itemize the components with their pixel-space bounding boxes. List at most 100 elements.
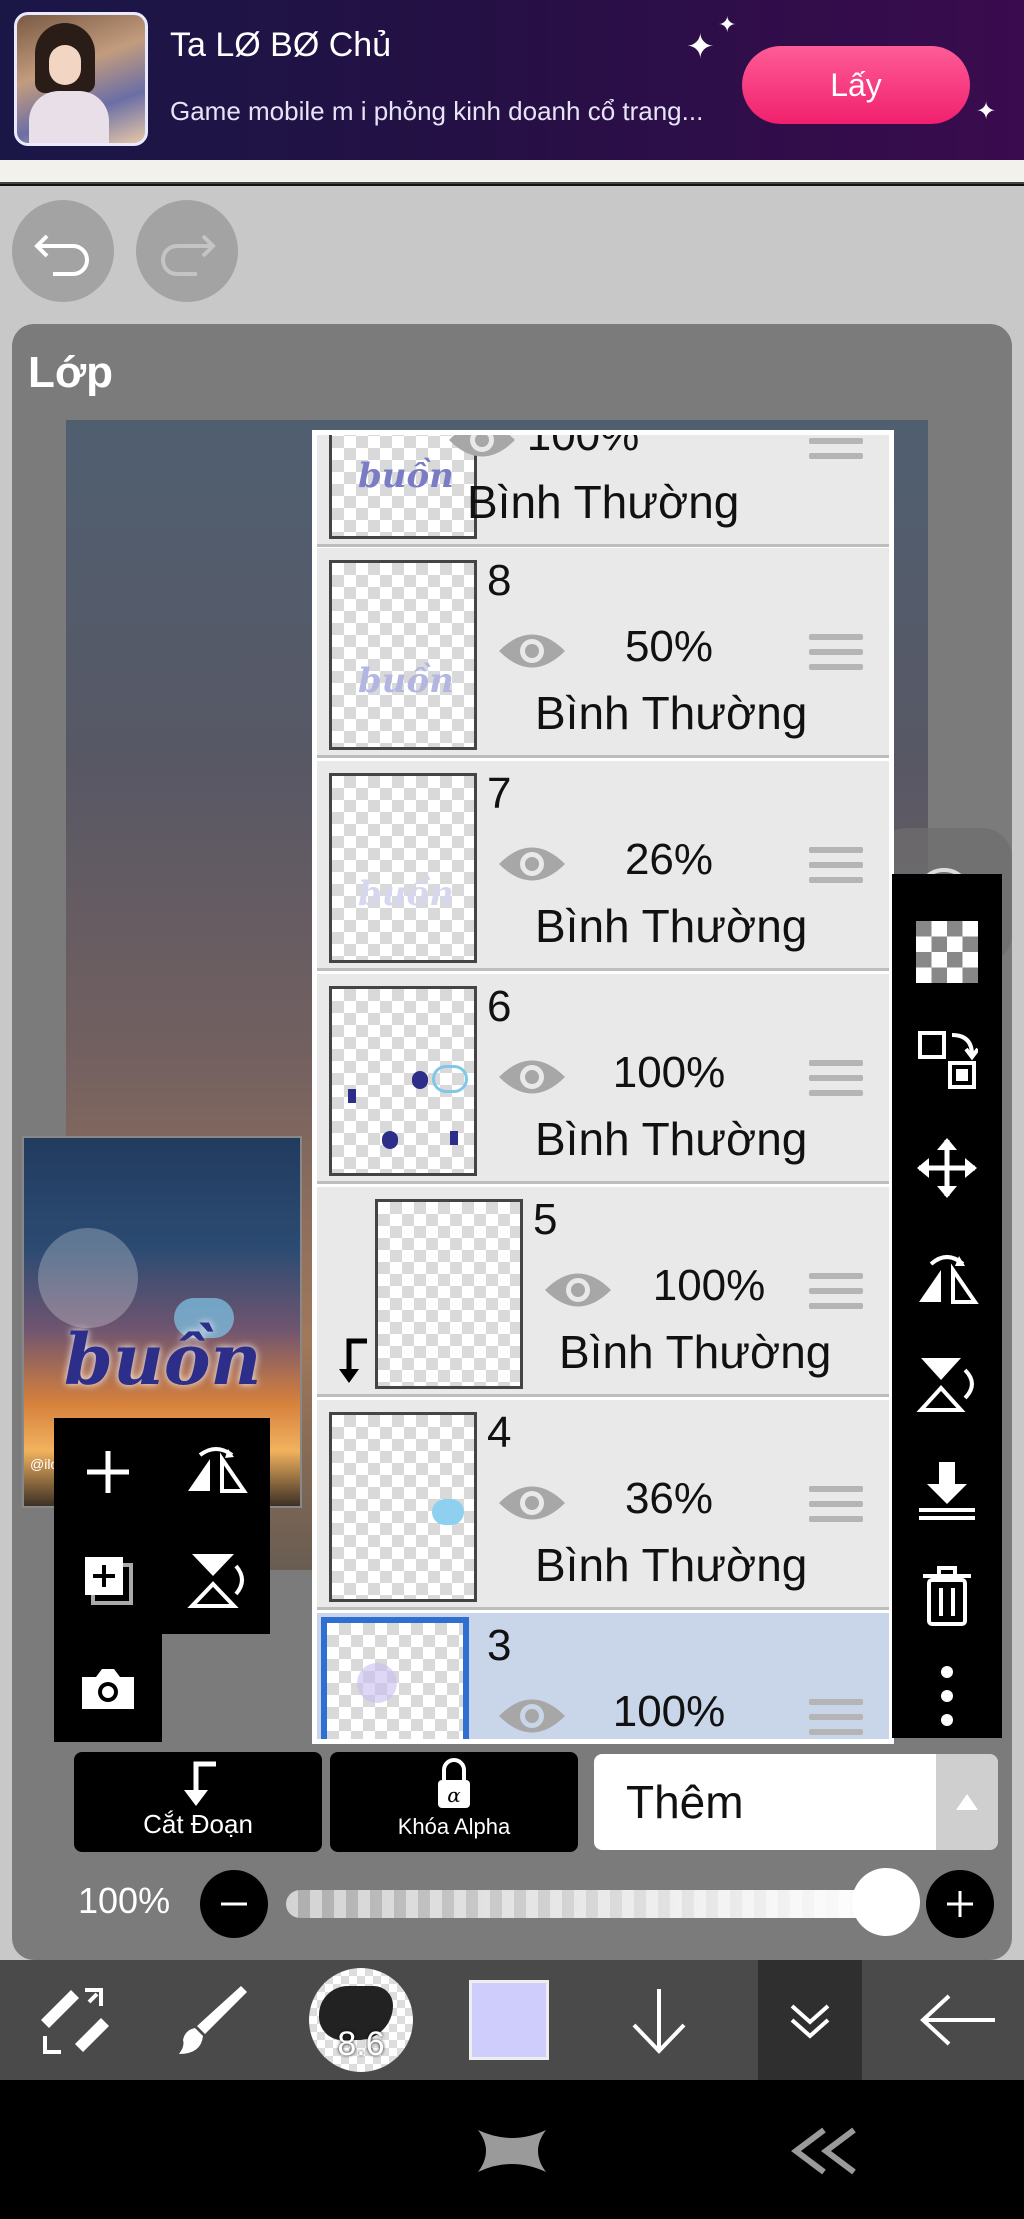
- panel-title: Lớp: [28, 348, 114, 397]
- sparkle-icon: ✦: [718, 12, 737, 37]
- layer-mini-toolbar: [54, 1418, 270, 1754]
- close-ad-icon[interactable]: [474, 2126, 550, 2176]
- drag-handle[interactable]: [809, 1486, 863, 1526]
- plus-icon: [87, 1451, 129, 1493]
- drag-handle[interactable]: [809, 435, 863, 463]
- alpha-lock-button[interactable]: α Khóa Alpha: [330, 1752, 578, 1852]
- clipping-label: Cắt Đoạn: [143, 1809, 253, 1839]
- layer-opacity: 100%: [612, 1687, 726, 1736]
- ad-title: Ta LØ BØ Chủ: [170, 26, 392, 64]
- color-swatch-button[interactable]: [434, 1960, 584, 2080]
- opacity-slider[interactable]: [286, 1890, 886, 1918]
- drag-handle[interactable]: [809, 1060, 863, 1100]
- brush-preview: 8.6: [309, 1968, 413, 2072]
- layer-blend-mode: Bình Thường: [559, 1326, 832, 1378]
- layer-opacity: 100%: [652, 1261, 766, 1310]
- layer-thumbnail: [329, 986, 477, 1176]
- drag-handle[interactable]: [809, 1273, 863, 1313]
- layer-number: 4: [487, 1408, 512, 1457]
- flip-vertical-right-button[interactable]: [892, 1334, 1002, 1434]
- color-swatch: [469, 1980, 549, 2060]
- layer-row-3[interactable]: 3 100%: [317, 1613, 889, 1741]
- eye-icon[interactable]: [541, 1265, 615, 1315]
- move-icon: [917, 1138, 977, 1198]
- merge-down-button[interactable]: [892, 1440, 1002, 1540]
- camera-button[interactable]: [54, 1634, 162, 1742]
- layers-list[interactable]: buồn 100% Bình Thường buồn 8 50% Bình Th…: [312, 430, 894, 1744]
- opacity-value-label: 100%: [78, 1880, 171, 1921]
- layer-row-6[interactable]: 6 100% Bình Thường: [317, 974, 889, 1184]
- flip-vertical-button[interactable]: [162, 1526, 270, 1634]
- alpha-lock-label: Khóa Alpha: [397, 1814, 511, 1839]
- layer-thumbnail: [375, 1199, 523, 1389]
- layer-blend-mode: Bình Thường: [535, 1113, 808, 1165]
- merge-layers-button[interactable]: [892, 1010, 1002, 1110]
- transform-tool-button[interactable]: [0, 1960, 150, 2080]
- drag-handle[interactable]: [809, 1699, 863, 1739]
- app-body: Lớp buồn @iloveanimevn247: [0, 186, 1024, 1960]
- layer-opacity: 100%: [526, 430, 640, 460]
- eye-icon[interactable]: [495, 1478, 569, 1528]
- opacity-increase-button[interactable]: [926, 1870, 994, 1938]
- chevron-double-down-icon: [790, 2004, 830, 2039]
- layer-row[interactable]: buồn 100% Bình Thường: [317, 430, 889, 547]
- layer-transfer-icon: [918, 1031, 978, 1089]
- brush-size-value: 8.6: [337, 2025, 385, 2063]
- clip-arrow-icon: [184, 1761, 216, 1806]
- brush-size-button[interactable]: 8.6: [286, 1960, 436, 2080]
- transparency-button[interactable]: [892, 902, 1002, 1002]
- more-vertical-icon: [941, 1666, 953, 1726]
- blend-mode-dropdown-button[interactable]: [936, 1754, 998, 1850]
- back-button[interactable]: [884, 1960, 1024, 2080]
- layer-blend-mode: Bình Thường: [535, 1539, 808, 1591]
- add-layer-button[interactable]: [54, 1418, 162, 1526]
- more-options-button[interactable]: [892, 1646, 1002, 1746]
- ad-divider: [0, 160, 1024, 184]
- redo-button[interactable]: [136, 200, 238, 302]
- camera-icon: [82, 1669, 134, 1709]
- redo-icon: [161, 234, 216, 276]
- plus-icon: [947, 1891, 973, 1917]
- layer-opacity: 100%: [612, 1048, 726, 1097]
- layer-row-5[interactable]: 5 100% Bình Thường: [317, 1187, 889, 1397]
- drag-handle[interactable]: [809, 634, 863, 674]
- opacity-row: 100%: [0, 1862, 1024, 1948]
- thumb-text: buồn: [358, 456, 454, 496]
- eye-icon[interactable]: [495, 839, 569, 889]
- brush-tool-button[interactable]: [136, 1960, 286, 2080]
- clipping-button[interactable]: Cắt Đoạn: [74, 1752, 322, 1852]
- layer-row-7[interactable]: buồn 7 26% Bình Thường: [317, 761, 889, 971]
- layer-row-8[interactable]: buồn 8 50% Bình Thường: [317, 548, 889, 758]
- move-down-button[interactable]: [584, 1960, 734, 2080]
- layer-number: 8: [487, 556, 512, 605]
- download-icon: [919, 1462, 975, 1520]
- layers-panel-toggle[interactable]: [758, 1960, 862, 2080]
- flip-horizontal-icon: [919, 1255, 979, 1304]
- eye-icon[interactable]: [495, 626, 569, 676]
- eye-icon[interactable]: [495, 1052, 569, 1102]
- layer-number: 3: [487, 1621, 512, 1670]
- ad-banner[interactable]: Ta LØ BØ Chủ Game mobile m i phỏng kinh …: [0, 0, 1024, 160]
- flip-horizontal-right-button[interactable]: [892, 1228, 1002, 1328]
- flip-horizontal-button[interactable]: [162, 1418, 270, 1526]
- undo-button[interactable]: [12, 200, 114, 302]
- delete-layer-button[interactable]: [892, 1546, 1002, 1646]
- drag-handle[interactable]: [809, 847, 863, 887]
- ad-thumbnail[interactable]: [14, 12, 148, 146]
- layer-number: 6: [487, 982, 512, 1031]
- move-button[interactable]: [892, 1118, 1002, 1218]
- eye-icon[interactable]: [495, 1691, 569, 1741]
- duplicate-layer-button[interactable]: [54, 1526, 162, 1634]
- layer-opacity: 50%: [624, 622, 714, 671]
- preview-artwork-text: buồn: [64, 1318, 262, 1401]
- ad-description: Game mobile m i phỏng kinh doanh cổ tran…: [170, 96, 704, 126]
- double-chevron-left-icon[interactable]: [790, 2126, 860, 2176]
- flip-horizontal-icon: [188, 1447, 248, 1493]
- thumb-text: buồn: [358, 661, 454, 701]
- system-navigation-bar: [0, 2080, 1024, 2219]
- blend-mode-select[interactable]: Thêm: [594, 1754, 936, 1850]
- opacity-decrease-button[interactable]: [200, 1870, 268, 1938]
- ad-get-button[interactable]: Lấy: [742, 46, 970, 124]
- layer-row-4[interactable]: 4 36% Bình Thường: [317, 1400, 889, 1610]
- opacity-slider-knob[interactable]: [852, 1868, 920, 1936]
